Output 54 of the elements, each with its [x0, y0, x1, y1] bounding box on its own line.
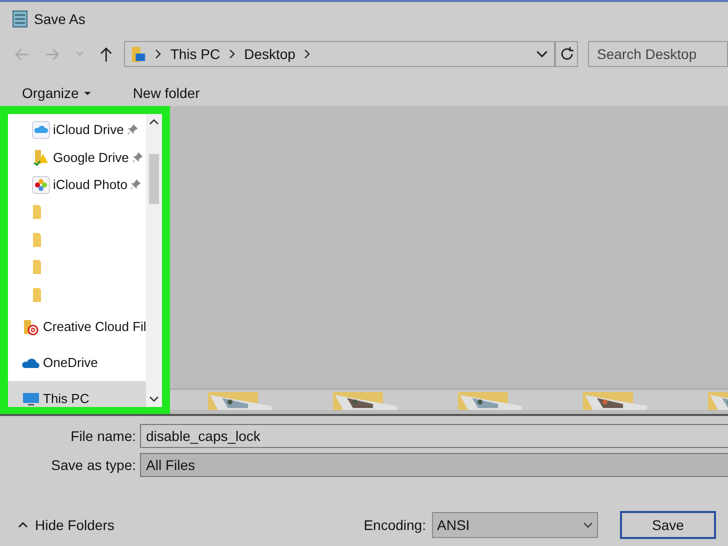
pin-icon[interactable]	[132, 152, 143, 163]
cloud-icon	[32, 120, 50, 139]
sidebar-label: Google Drive	[53, 150, 129, 165]
sidebar-item[interactable]: This PC	[8, 380, 146, 407]
sidebar-label: iCloud Drive	[53, 122, 124, 138]
sidebar-label: iCloud Photo	[53, 177, 128, 192]
scroll-down-icon[interactable]	[149, 395, 160, 403]
folder-icon	[22, 318, 40, 336]
caret-icon	[84, 90, 91, 96]
sidebar-label: OneDrive	[43, 355, 98, 370]
pc-folder-icon	[131, 46, 146, 62]
save-as-type-dropdown[interactable]: All Files	[140, 453, 728, 477]
up-arrow-icon[interactable]	[98, 46, 114, 62]
encoding-dropdown[interactable]: ANSI	[432, 512, 598, 538]
sidebar-item[interactable]: Creative Cloud Fil	[8, 308, 146, 344]
toolbar-button[interactable]: Organize	[12, 85, 101, 101]
sidebar-item[interactable]: Google Drive	[8, 144, 146, 171]
refresh-icon	[558, 46, 574, 62]
chevron-down-icon	[583, 520, 593, 530]
flower-icon	[32, 176, 50, 194]
pin-icon[interactable]	[130, 179, 142, 190]
folder-icon	[32, 286, 42, 303]
folder-icon	[32, 204, 42, 220]
folder-icon	[32, 259, 42, 276]
address-bar[interactable]: This PC Desktop	[124, 41, 555, 67]
sidebar-label: Creative Cloud Fil	[43, 319, 146, 334]
pin-icon[interactable]	[126, 124, 138, 136]
window-title: Save As	[34, 11, 86, 27]
notepad-icon	[12, 10, 28, 28]
scrollbar[interactable]	[146, 114, 162, 407]
refresh-button[interactable]	[554, 41, 578, 67]
sidebar-item[interactable]: iCloud Photo	[8, 171, 146, 198]
save-button[interactable]: Save	[620, 511, 716, 539]
field-label: Save as type:	[50, 457, 136, 473]
chevron-up-icon	[18, 521, 28, 529]
scrollbar-thumb[interactable]	[149, 154, 160, 204]
breadcrumb-item[interactable]: Desktop	[244, 46, 296, 62]
scroll-up-icon[interactable]	[149, 118, 160, 126]
chevron-right-icon[interactable]	[303, 49, 312, 59]
sidebar-item[interactable]: iCloud Drive	[8, 116, 146, 144]
hide-folders-button[interactable]: Hide Folders	[12, 516, 120, 534]
breadcrumb-item[interactable]: This PC	[170, 46, 220, 62]
chevron-down-icon[interactable]	[536, 48, 548, 60]
sidebar-label: This PC	[43, 391, 90, 406]
chevron-right-icon[interactable]	[228, 49, 236, 59]
sidebar-item[interactable]: OneDrive	[8, 344, 146, 380]
chevron-right-icon[interactable]	[154, 49, 162, 59]
search-field[interactable]: Search Desktop	[588, 41, 728, 67]
toolbar-button[interactable]: New folder	[122, 85, 210, 101]
folder-icon	[32, 232, 42, 248]
encoding-label: Encoding:	[364, 517, 426, 533]
file-name-field[interactable]: disable_caps_lock	[140, 424, 728, 448]
drive-icon	[32, 148, 50, 166]
field-label: File name:	[70, 428, 136, 444]
